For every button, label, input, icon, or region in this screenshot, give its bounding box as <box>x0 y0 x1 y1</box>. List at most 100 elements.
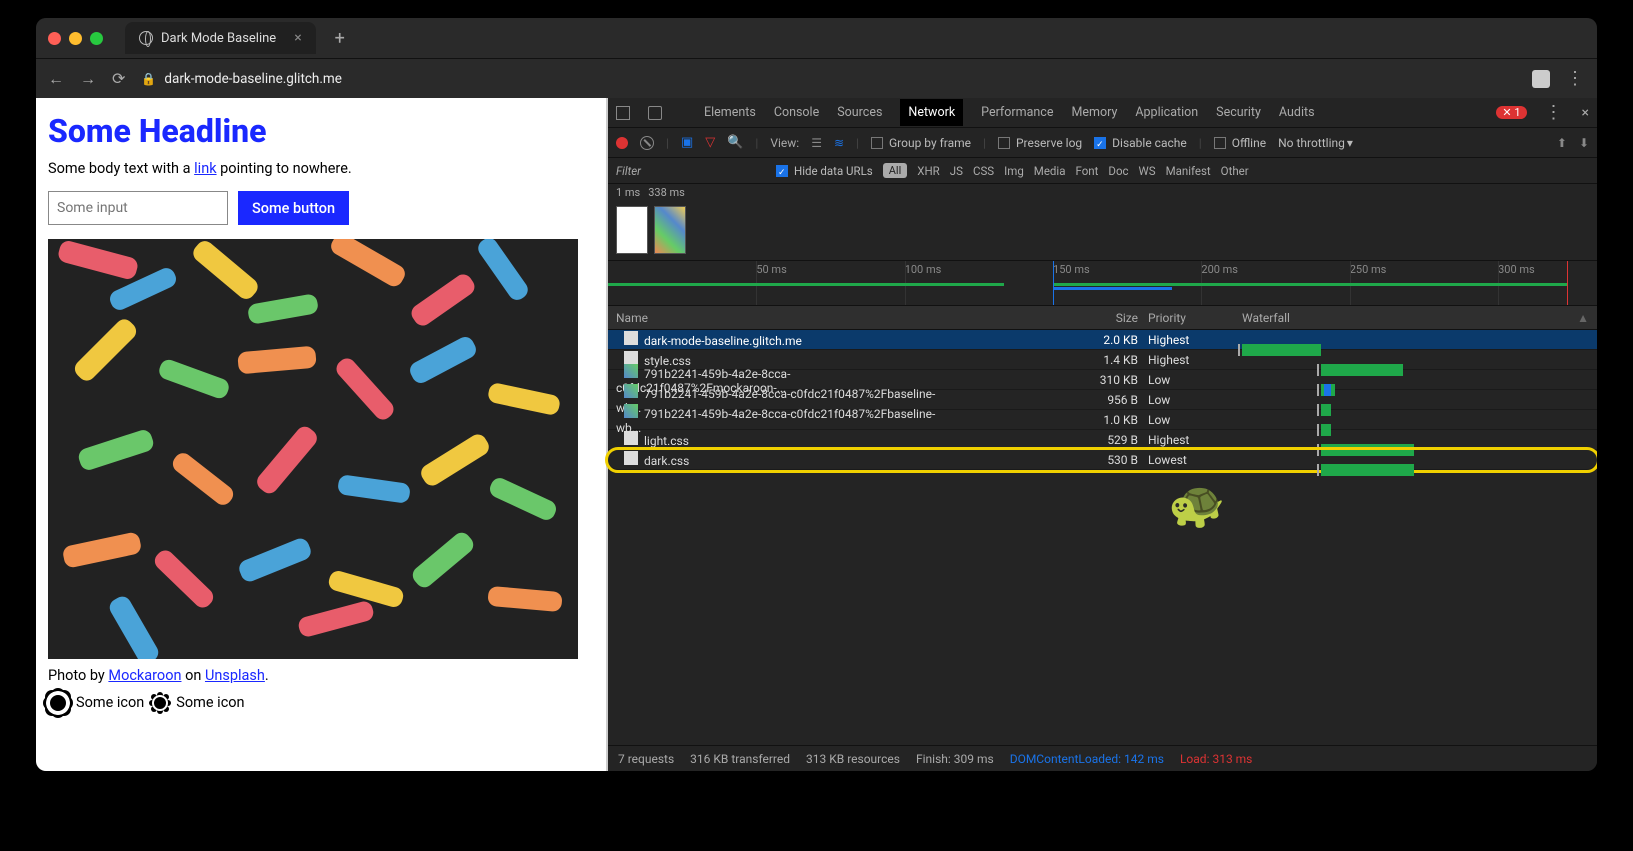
screenshot-preview[interactable] <box>616 206 648 254</box>
window-controls <box>48 32 103 45</box>
timeline-ruler[interactable]: 50 ms 100 ms 150 ms 200 ms 250 ms 300 ms <box>608 260 1597 306</box>
demo-image <box>48 239 578 659</box>
demo-input[interactable] <box>48 191 228 225</box>
filter-doc[interactable]: Doc <box>1108 164 1128 178</box>
status-finish: Finish: 309 ms <box>916 752 994 766</box>
clear-button[interactable] <box>640 136 654 150</box>
close-tab-icon[interactable]: × <box>294 30 301 46</box>
offline-toggle[interactable]: Offline <box>1214 136 1266 150</box>
search-icon[interactable]: 🔍 <box>727 135 743 150</box>
col-header-name[interactable]: Name <box>608 311 958 325</box>
row-size: 529 B <box>958 433 1148 447</box>
ruler-mark: 100 ms <box>905 263 942 276</box>
filter-other[interactable]: Other <box>1221 164 1249 178</box>
group-by-frame-toggle[interactable]: Group by frame <box>871 136 971 150</box>
forward-button[interactable]: → <box>80 69 96 89</box>
devtools-tab-bar: Elements Console Sources Network Perform… <box>608 98 1597 128</box>
minimize-window-button[interactable] <box>69 32 82 45</box>
network-row[interactable]: dark-mode-baseline.glitch.me2.0 KBHighes… <box>608 330 1597 350</box>
browser-menu-button[interactable]: ⋮ <box>1566 68 1585 89</box>
record-button[interactable] <box>616 137 628 149</box>
view-small-icon[interactable]: ≋ <box>834 136 844 150</box>
extension-icon[interactable] <box>1532 70 1550 88</box>
col-header-size[interactable]: Size <box>958 311 1148 325</box>
body-link[interactable]: link <box>194 160 216 177</box>
import-har-icon[interactable]: ⬇ <box>1579 136 1589 150</box>
error-badge[interactable]: ✕ 1 <box>1496 106 1526 119</box>
ruler-mark: 50 ms <box>756 263 786 276</box>
filter-toggle-icon[interactable]: ▽ <box>705 135 715 150</box>
credit-site-link[interactable]: Unsplash <box>205 667 265 684</box>
tab-network[interactable]: Network <box>900 99 963 126</box>
screenshot-icon[interactable]: ▣ <box>681 135 693 150</box>
tab-security[interactable]: Security <box>1216 105 1261 120</box>
filter-css[interactable]: CSS <box>973 164 994 178</box>
network-toolbar: | ▣ ▽ 🔍 | View: ☰ ≋ | Group by frame | P… <box>608 128 1597 158</box>
tab-application[interactable]: Application <box>1135 105 1198 120</box>
globe-icon <box>139 31 153 45</box>
filter-js[interactable]: JS <box>950 164 963 178</box>
row-name: dark.css <box>608 451 958 468</box>
new-tab-button[interactable]: + <box>326 24 354 52</box>
tab-console[interactable]: Console <box>774 105 819 120</box>
meta-size: 338 ms <box>648 186 685 202</box>
icon-row: Some icon Some icon <box>48 694 594 711</box>
network-row[interactable]: light.css529 BHighest <box>608 430 1597 450</box>
credit-author-link[interactable]: Mockaroon <box>108 667 181 684</box>
body-text-prefix: Some body text with a <box>48 160 194 177</box>
hide-data-urls-toggle[interactable]: Hide data URLs <box>776 164 873 178</box>
devtools-close-icon[interactable]: × <box>1582 105 1589 121</box>
status-dcl: DOMContentLoaded: 142 ms <box>1010 752 1164 766</box>
close-window-button[interactable] <box>48 32 61 45</box>
tab-bar: Dark Mode Baseline × + <box>36 18 1597 58</box>
filter-font[interactable]: Font <box>1075 164 1098 178</box>
filter-manifest[interactable]: Manifest <box>1166 164 1211 178</box>
browser-tab[interactable]: Dark Mode Baseline × <box>125 22 316 54</box>
filter-all[interactable]: All <box>883 163 908 178</box>
filter-xhr[interactable]: XHR <box>917 164 940 178</box>
error-count: 1 <box>1514 106 1520 119</box>
tab-performance[interactable]: Performance <box>981 105 1053 120</box>
tab-sources[interactable]: Sources <box>837 105 882 120</box>
view-large-icon[interactable]: ☰ <box>811 136 822 150</box>
back-button[interactable]: ← <box>48 69 64 89</box>
throttling-select[interactable]: No throttling ▾ <box>1278 136 1353 150</box>
body-text: Some body text with a link pointing to n… <box>48 160 594 177</box>
demo-button[interactable]: Some button <box>238 191 349 225</box>
tab-title: Dark Mode Baseline <box>161 31 276 46</box>
col-header-priority[interactable]: Priority <box>1148 311 1238 325</box>
row-size: 1.4 KB <box>958 353 1148 367</box>
device-toolbar-icon[interactable] <box>648 106 662 120</box>
devtools-menu-icon[interactable]: ⋮ <box>1545 102 1564 123</box>
row-name: dark-mode-baseline.glitch.me <box>608 331 958 348</box>
network-table-header: Name Size Priority Waterfall ▲ <box>608 306 1597 330</box>
tab-audits[interactable]: Audits <box>1279 105 1315 120</box>
filter-ws[interactable]: WS <box>1139 164 1156 178</box>
row-size: 1.0 KB <box>958 413 1148 427</box>
status-load: Load: 313 ms <box>1180 752 1252 766</box>
filter-input[interactable]: Filter <box>616 164 766 178</box>
network-row[interactable]: dark.css530 BLowest <box>608 450 1597 470</box>
filter-img[interactable]: Img <box>1004 164 1024 178</box>
network-row[interactable]: 791b2241-459b-4a2e-8cca-c0fdc21f0487%2Fb… <box>608 410 1597 430</box>
preserve-log-toggle[interactable]: Preserve log <box>998 136 1082 150</box>
filter-media[interactable]: Media <box>1034 164 1066 178</box>
status-requests: 7 requests <box>618 752 674 766</box>
credit-suffix: . <box>265 667 269 684</box>
url-text: dark-mode-baseline.glitch.me <box>164 71 342 87</box>
file-icon <box>624 404 638 418</box>
file-icon <box>624 331 638 345</box>
row-size: 530 B <box>958 453 1148 467</box>
export-har-icon[interactable]: ⬆ <box>1557 136 1567 150</box>
inspect-element-icon[interactable] <box>616 106 630 120</box>
tab-memory[interactable]: Memory <box>1071 105 1117 120</box>
overview-meta: 1 ms 338 ms <box>608 184 1597 204</box>
reload-button[interactable]: ⟳ <box>112 69 125 88</box>
col-header-waterfall[interactable]: Waterfall <box>1238 311 1577 325</box>
disable-cache-toggle[interactable]: Disable cache <box>1094 136 1187 150</box>
screenshot-strip <box>608 204 1597 260</box>
screenshot-preview[interactable] <box>654 206 686 254</box>
fullscreen-window-button[interactable] <box>90 32 103 45</box>
tab-elements[interactable]: Elements <box>704 105 756 120</box>
url-field[interactable]: 🔒 dark-mode-baseline.glitch.me <box>141 71 342 87</box>
